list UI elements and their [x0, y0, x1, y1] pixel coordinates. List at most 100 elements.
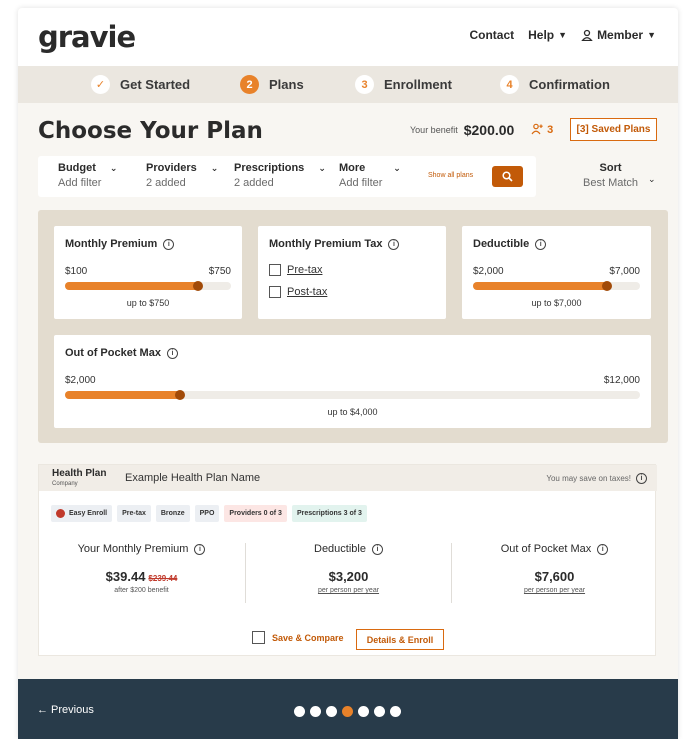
- range-max: $12,000: [603, 375, 640, 386]
- show-all-plans-link[interactable]: Show all plans: [428, 172, 473, 179]
- range-max: $750: [208, 266, 231, 277]
- premium-value: $39.44: [105, 569, 146, 584]
- contact-label: Contact: [469, 28, 515, 42]
- filter-more[interactable]: More ⌄ Add filter: [339, 162, 401, 189]
- sort-value: Best Match: [583, 177, 639, 189]
- deductible-slider[interactable]: [473, 281, 640, 291]
- slider-fill: [473, 282, 607, 290]
- filter-bar: Budget ⌄ Add filter Providers ⌄ 2 added Pr…: [38, 156, 536, 197]
- card-title: Out of Pocket Max: [65, 347, 161, 359]
- page-dot[interactable]: [374, 706, 385, 717]
- page-dot[interactable]: [358, 706, 369, 717]
- slider-handle[interactable]: [175, 390, 185, 400]
- plan-name[interactable]: Example Health Plan Name: [125, 472, 260, 484]
- app-frame: gravie Contact Help ▼ Member ▼ ✓ Get Start…: [18, 8, 678, 739]
- post-tax-option[interactable]: Post-tax: [269, 286, 327, 298]
- user-icon: [581, 29, 593, 41]
- page-dot[interactable]: [390, 706, 401, 717]
- slider-handle[interactable]: [192, 281, 203, 291]
- step-label: Plans: [269, 77, 304, 92]
- people-icon: [531, 123, 543, 135]
- chevron-down-icon: ▼: [647, 30, 656, 40]
- plan-tags: Easy Enroll Pre-tax Bronze PPO Providers…: [51, 505, 367, 522]
- pre-tax-option[interactable]: Pre-tax: [269, 264, 322, 276]
- post-tax-checkbox[interactable]: [269, 286, 281, 298]
- info-icon[interactable]: i: [636, 473, 647, 484]
- chevron-down-icon: ⌄: [109, 162, 118, 173]
- member-menu[interactable]: Member ▼: [581, 28, 656, 42]
- step-number: 2: [240, 75, 259, 94]
- deductible-card: Deductible i $2,000 $7,000 up to $7,000: [462, 226, 651, 319]
- chevron-down-icon: ⌄: [393, 162, 401, 173]
- info-icon[interactable]: i: [166, 347, 178, 359]
- premium-column: Your Monthly Premium i $39.44 $239.44 afte…: [39, 543, 244, 594]
- out-of-pocket-value: $7,600: [534, 569, 575, 584]
- sort-label: Sort: [599, 162, 622, 174]
- filter-label: Budget: [58, 162, 96, 174]
- step-plans[interactable]: 2 Plans: [240, 75, 304, 94]
- slider-fill: [65, 391, 180, 399]
- out-of-pocket-slider[interactable]: [65, 390, 640, 400]
- tag-providers: Providers 0 of 3: [224, 505, 287, 522]
- save-compare-checkbox[interactable]: [252, 631, 265, 644]
- previous-button[interactable]: ← Previous: [37, 704, 94, 716]
- filter-value: Add filter: [58, 177, 102, 189]
- footer-bar: ← Previous: [18, 679, 678, 739]
- details-enroll-button[interactable]: Details & Enroll: [356, 629, 444, 650]
- info-icon[interactable]: i: [194, 543, 206, 555]
- gravie-logo[interactable]: gravie: [38, 20, 136, 54]
- plan-type: Health Plan Company: [52, 469, 106, 488]
- pre-tax-checkbox[interactable]: [269, 264, 281, 276]
- search-button[interactable]: [492, 166, 523, 187]
- filter-prescriptions[interactable]: Prescriptions ⌄ 2 added: [234, 162, 326, 189]
- out-of-pocket-note[interactable]: per person per year: [452, 587, 657, 594]
- filter-label: Providers: [146, 162, 197, 174]
- info-icon[interactable]: i: [597, 543, 609, 555]
- info-icon[interactable]: i: [388, 238, 400, 250]
- page-dot[interactable]: [294, 706, 305, 717]
- deductible-note[interactable]: per person per year: [246, 587, 451, 594]
- filter-budget[interactable]: Budget ⌄ Add filter: [58, 162, 117, 189]
- chevron-down-icon[interactable]: ⌄: [648, 174, 656, 185]
- info-icon[interactable]: i: [535, 238, 547, 250]
- top-bar: gravie Contact Help ▼ Member ▼: [18, 8, 678, 66]
- info-icon[interactable]: i: [371, 543, 383, 555]
- column-label: Deductible: [314, 543, 366, 555]
- monthly-premium-card: Monthly Premium i $100 $750 up to $750: [54, 226, 242, 319]
- plan-header: Health Plan Company Example Health Plan N…: [39, 465, 657, 491]
- check-icon: ✓: [91, 75, 110, 94]
- range-min: $2,000: [65, 375, 96, 386]
- benefit-summary: Your benefit $200.00: [410, 122, 514, 138]
- filter-panel: Monthly Premium i $100 $750 up to $750 Mo…: [38, 210, 668, 443]
- save-compare-toggle[interactable]: Save & Compare: [252, 631, 344, 644]
- help-menu[interactable]: Help ▼: [528, 28, 567, 42]
- range-max: $7,000: [609, 266, 640, 277]
- original-premium: $239.44: [148, 574, 178, 583]
- sort-dropdown[interactable]: Sort Best Match: [583, 162, 638, 189]
- tax-savings-note: You may save on taxes! i: [546, 473, 647, 484]
- step-enrollment[interactable]: 3 Enrollment: [355, 75, 452, 94]
- page-dot[interactable]: [326, 706, 337, 717]
- filter-value: 2 added: [234, 177, 274, 189]
- progress-steps: ✓ Get Started 2 Plans 3 Enrollment 4 Con…: [18, 66, 678, 103]
- card-title: Monthly Premium Tax: [269, 238, 383, 250]
- household-count[interactable]: 3: [531, 123, 553, 136]
- step-label: Enrollment: [384, 77, 452, 92]
- premium-note: after $200 benefit: [114, 587, 169, 594]
- saved-plans-button[interactable]: [3] Saved Plans: [570, 118, 657, 141]
- info-icon[interactable]: i: [163, 238, 175, 250]
- range-min: $2,000: [473, 266, 504, 277]
- premium-slider[interactable]: [65, 281, 231, 291]
- page-dot[interactable]: [342, 706, 353, 717]
- slider-handle[interactable]: [601, 281, 612, 291]
- step-confirmation[interactable]: 4 Confirmation: [500, 75, 610, 94]
- premium-tax-card: Monthly Premium Tax i Pre-tax Post-tax: [258, 226, 446, 319]
- step-get-started[interactable]: ✓ Get Started: [91, 75, 190, 94]
- filter-providers[interactable]: Providers ⌄ 2 added: [146, 162, 218, 189]
- plan-card: Health Plan Company Example Health Plan N…: [38, 464, 657, 656]
- contact-link[interactable]: Contact: [469, 28, 514, 42]
- tag-prescriptions: Prescriptions 3 of 3: [291, 505, 367, 522]
- step-label: Get Started: [120, 77, 191, 92]
- range-caption: up to $750: [126, 298, 170, 308]
- page-dot[interactable]: [310, 706, 321, 717]
